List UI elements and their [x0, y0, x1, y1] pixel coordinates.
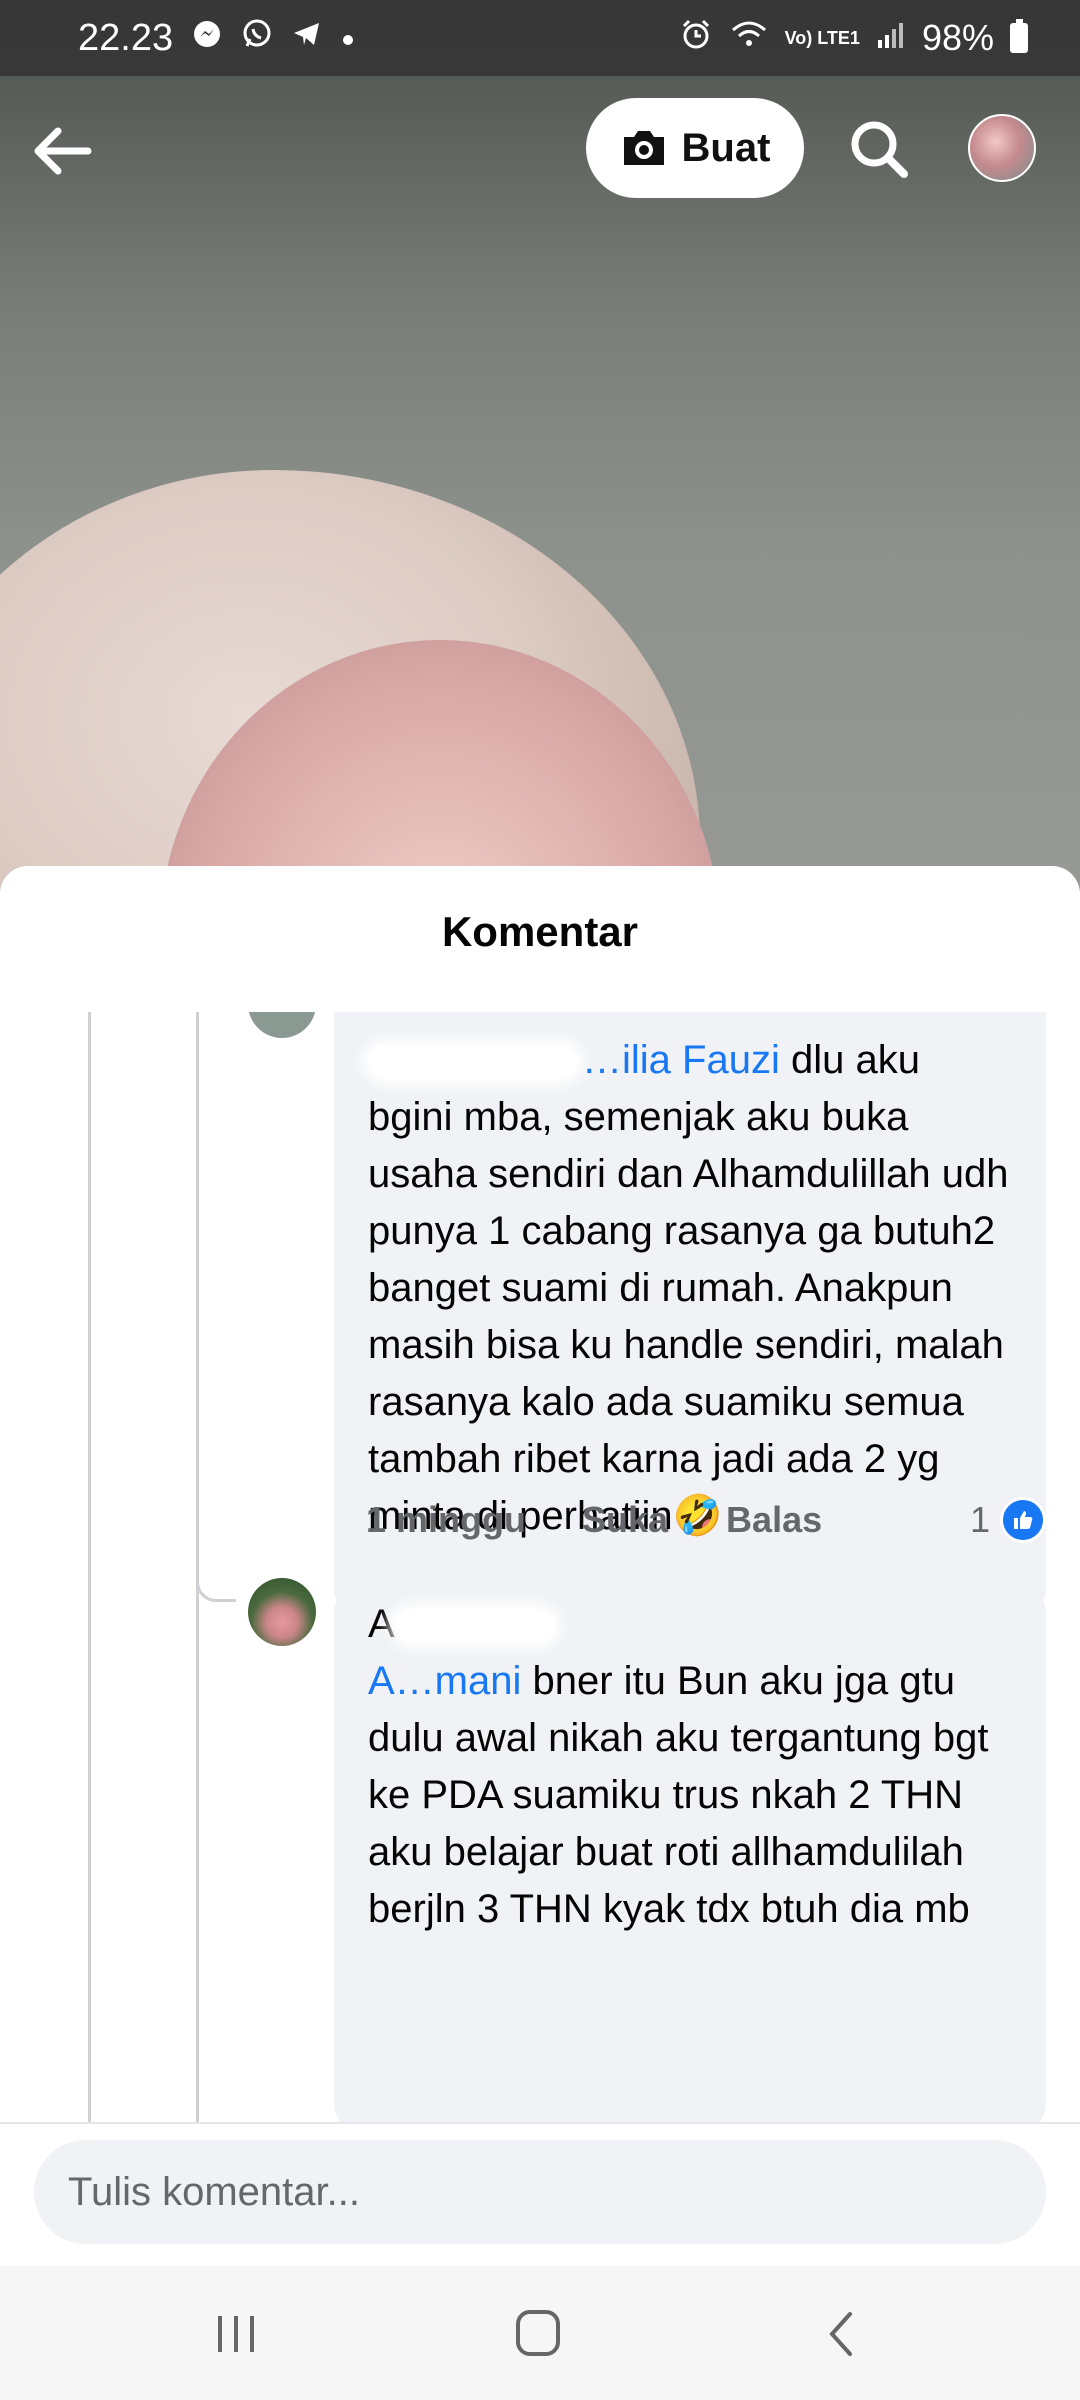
camera-icon: [623, 131, 664, 165]
like-button[interactable]: Suka: [582, 1499, 668, 1541]
create-button[interactable]: Buat: [586, 98, 804, 198]
comment-input[interactable]: Tulis komentar...: [34, 2140, 1046, 2244]
wifi-icon: [729, 17, 769, 59]
comment-mention[interactable]: A…mani: [368, 1659, 521, 1703]
comment-time[interactable]: 1 minggu: [366, 1499, 526, 1541]
thumbs-up-icon: [1000, 1497, 1046, 1543]
redacted-name: [394, 1609, 555, 1644]
reaction-count: 1: [969, 1499, 990, 1540]
comment-text: dlu aku bgini mba, semenjak aku buka usa…: [368, 1038, 1009, 1538]
sheet-title: Komentar: [441, 908, 639, 955]
comment-mention[interactable]: …ilia Fauzi: [582, 1038, 780, 1082]
comment-composer: Tulis komentar...: [0, 2122, 1080, 2262]
comment-avatar[interactable]: [248, 1012, 316, 1038]
back-button[interactable]: [28, 116, 108, 186]
arrow-left-icon: [34, 127, 92, 175]
messenger-icon: [191, 18, 223, 58]
profile-avatar[interactable]: [968, 114, 1036, 182]
status-bar: 22.23 Vo) LTE1 98%: [0, 0, 1080, 76]
chevron-left-icon: [829, 2312, 852, 2356]
battery-icon: [1010, 19, 1028, 53]
system-nav-bar: [0, 2266, 1080, 2400]
comment-avatar[interactable]: [248, 1578, 316, 1646]
recent-apps-button[interactable]: [206, 2306, 266, 2362]
alarm-icon: [679, 17, 713, 60]
notification-dot-icon: [341, 21, 355, 55]
comment-actions: 1 minggu Suka Balas 1: [366, 1490, 1046, 1550]
signal-icon: [876, 17, 906, 59]
reaction-summary[interactable]: 1: [970, 1497, 1046, 1543]
comment-bubble[interactable]: A A…mani bner itu Bun aku jga gtu dulu a…: [334, 1578, 1046, 2122]
recent-apps-icon: [218, 2316, 254, 2352]
create-button-label: Buat: [681, 125, 771, 170]
status-time: 22.23: [78, 16, 174, 59]
thread-line: [196, 1012, 199, 2122]
home-icon: [516, 2310, 560, 2356]
battery-percent: 98%: [921, 17, 994, 58]
comments-list[interactable]: …ilia Fauzi dlu aku bgini mba, semenjak …: [0, 1012, 1080, 2122]
redacted-name: [368, 1045, 578, 1080]
comment-author[interactable]: A: [368, 1596, 1012, 1653]
reply-button[interactable]: Balas: [726, 1499, 822, 1541]
home-button[interactable]: [508, 2306, 568, 2362]
whatsapp-icon: [241, 18, 273, 58]
thread-line: [88, 1012, 91, 2122]
system-back-button[interactable]: [812, 2306, 872, 2362]
comment-author-name: A: [368, 1602, 395, 1646]
comments-sheet: Komentar …ilia Fauzi dlu aku bgini mba, …: [0, 866, 1080, 2400]
video-top-bar: Buat: [0, 90, 1080, 210]
search-icon: [851, 121, 908, 178]
search-button[interactable]: [846, 116, 912, 182]
thread-connector: [196, 1572, 236, 1602]
lte-indicator: Vo) LTE1: [784, 28, 860, 48]
telegram-icon: [291, 18, 323, 58]
